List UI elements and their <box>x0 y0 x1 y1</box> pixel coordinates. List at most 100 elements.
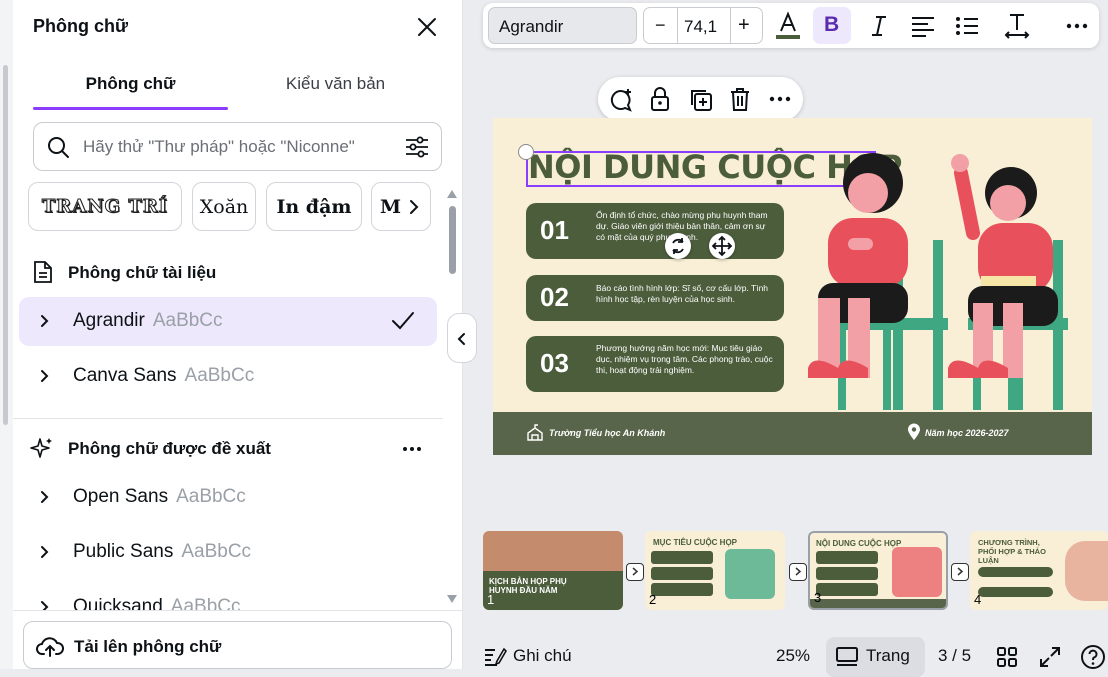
notes-button[interactable]: Ghi chú <box>513 646 572 666</box>
font-sample: AaBbCc <box>184 365 255 386</box>
thumb-illustration <box>725 549 775 599</box>
chip-curly[interactable]: Xoăn <box>192 182 256 231</box>
tab-fonts[interactable]: Phông chữ <box>33 74 228 94</box>
transition-icon[interactable] <box>951 563 969 581</box>
comment-add-icon[interactable] <box>608 87 634 113</box>
zoom-level[interactable]: 25% <box>776 646 810 666</box>
font-search-box[interactable]: Hãy thử "Thư pháp" hoặc "Niconne" <box>33 122 442 171</box>
thumb-title: MỤC TIÊU CUỘC HỌP <box>653 538 737 547</box>
agenda-item-1[interactable]: 01 Ổn định tổ chức, chào mừng phụ huynh … <box>526 203 784 259</box>
transition-icon[interactable] <box>626 563 644 581</box>
chevron-right-icon[interactable] <box>39 311 51 331</box>
font-row-public-sans[interactable]: Public Sans AaBbCc <box>19 528 437 577</box>
font-size-input[interactable]: 74,1 <box>684 17 717 37</box>
item-text: Báo cáo tình hình lớp: Sĩ số, cơ cấu lớp… <box>596 283 769 304</box>
sparkle-icon <box>30 436 54 460</box>
school-icon <box>526 424 544 442</box>
upload-font-button[interactable]: Tải lên phông chữ <box>23 621 452 669</box>
chevron-left-icon <box>456 331 468 347</box>
agenda-item-3[interactable]: 03 Phương hướng năm học mới: Mục tiêu gi… <box>526 336 784 392</box>
left-rail <box>0 0 13 669</box>
duplicate-icon[interactable] <box>688 87 714 113</box>
align-left-icon[interactable] <box>908 11 938 41</box>
spacing-icon[interactable] <box>1002 11 1032 41</box>
panel-scrollbar[interactable] <box>445 188 459 606</box>
slide-canvas[interactable]: NỘI DUNG CUỘC HỌP 01 Ổn định tổ chức, ch… <box>493 118 1092 455</box>
thumb-block <box>651 567 713 580</box>
search-icon <box>47 136 70 159</box>
page-view-button[interactable]: Trang <box>826 637 925 677</box>
rotate-icon[interactable] <box>665 233 691 259</box>
list-icon[interactable] <box>952 11 982 41</box>
thumb-title: KỊCH BẢN HỌP PHỤ HUYNH ĐẦU NĂM <box>489 577 567 595</box>
item-number: 03 <box>540 348 569 378</box>
page-thumbnail-4[interactable]: CHƯƠNG TRÌNH, PHỐI HỢP & THẢO LUẬN 4 <box>970 531 1108 610</box>
rotate-handle[interactable] <box>518 144 534 160</box>
page-thumbnail-3[interactable]: NỘI DUNG CUỘC HỌP 3 <box>808 531 948 610</box>
font-row-agrandir[interactable]: Agrandir AaBbCc <box>19 297 437 346</box>
thumb-block <box>816 551 878 564</box>
font-sample: AaBbCc <box>152 310 223 331</box>
decrease-size-button[interactable]: − <box>655 15 666 36</box>
page-thumbnail-2[interactable]: MỤC TIÊU CUỘC HỌP 2 <box>645 531 785 610</box>
agenda-item-2[interactable]: 02 Báo cáo tình hình lớp: Sĩ số, cơ cấu … <box>526 275 784 321</box>
upload-font-label: Tải lên phông chữ <box>74 637 222 656</box>
bold-icon: B <box>824 13 840 36</box>
thumb-block <box>816 583 878 596</box>
italic-icon[interactable] <box>864 11 894 41</box>
rail-scrollbar[interactable] <box>3 65 8 425</box>
move-icon[interactable] <box>709 233 735 259</box>
chips-next-icon[interactable] <box>401 194 427 220</box>
students-illustration <box>808 153 1068 410</box>
font-size-stepper[interactable]: − 74,1 + <box>643 7 763 44</box>
page-thumbnail-1[interactable]: KỊCH BẢN HỌP PHỤ HUYNH ĐẦU NĂM 1 <box>483 531 623 610</box>
font-family-select[interactable]: Agrandir <box>488 7 637 44</box>
chevron-right-icon[interactable] <box>39 597 51 610</box>
search-input[interactable]: Hãy thử "Thư pháp" hoặc "Niconne" <box>83 137 355 157</box>
font-name: Agrandir <box>73 310 145 331</box>
thumb-number: 2 <box>649 592 657 607</box>
font-row-label: Quicksand AaBbCc <box>73 596 240 610</box>
collapse-panel-button[interactable] <box>447 313 477 363</box>
tab-text-styles[interactable]: Kiểu văn bản <box>238 74 433 94</box>
grid-view-icon[interactable] <box>996 646 1018 668</box>
chip-decorative[interactable]: TRANG TRÍ <box>28 182 182 231</box>
more-icon[interactable] <box>1062 11 1092 41</box>
thumb-block <box>978 567 1053 577</box>
thumb-illustration <box>1065 541 1108 601</box>
pages-icon <box>835 646 859 668</box>
bold-button[interactable]: B <box>813 7 851 44</box>
chevron-right-icon[interactable] <box>39 366 51 386</box>
chip-bold[interactable]: In đậm <box>266 182 362 231</box>
more-icon[interactable] <box>767 86 793 112</box>
font-name: Open Sans <box>73 486 169 507</box>
font-row-open-sans[interactable]: Open Sans AaBbCc <box>19 473 437 522</box>
item-number: 02 <box>540 282 569 312</box>
thumb-footer <box>810 599 946 608</box>
transition-icon[interactable] <box>789 563 807 581</box>
chevron-right-icon[interactable] <box>39 542 51 562</box>
thumb-number: 1 <box>487 592 495 607</box>
help-icon[interactable] <box>1080 644 1106 670</box>
text-color-icon[interactable] <box>773 11 803 41</box>
close-icon[interactable] <box>416 16 438 38</box>
thumb-title: CHƯƠNG TRÌNH, PHỐI HỢP & THẢO LUẬN <box>978 538 1046 565</box>
font-row-label: Agrandir AaBbCc <box>73 310 223 332</box>
increase-size-button[interactable]: + <box>738 14 750 37</box>
lock-icon[interactable] <box>649 86 671 112</box>
more-options-icon[interactable] <box>401 440 423 458</box>
trash-icon[interactable] <box>729 86 751 112</box>
chevron-right-icon[interactable] <box>39 487 51 507</box>
font-row-label: Open Sans AaBbCc <box>73 486 246 508</box>
thumb-block <box>651 551 713 564</box>
filter-icon[interactable] <box>405 136 429 158</box>
notes-icon[interactable] <box>483 645 507 667</box>
document-icon <box>33 260 53 284</box>
font-sample: AaBbCc <box>176 486 246 507</box>
thumb-number: 4 <box>974 592 982 607</box>
font-row-quicksand[interactable]: Quicksand AaBbCc <box>19 583 437 610</box>
font-row-canva-sans[interactable]: Canva Sans AaBbCc <box>19 352 437 401</box>
fullscreen-icon[interactable] <box>1039 646 1061 668</box>
font-sample: AaBbCc <box>170 596 241 610</box>
font-row-label: Canva Sans AaBbCc <box>73 365 254 387</box>
